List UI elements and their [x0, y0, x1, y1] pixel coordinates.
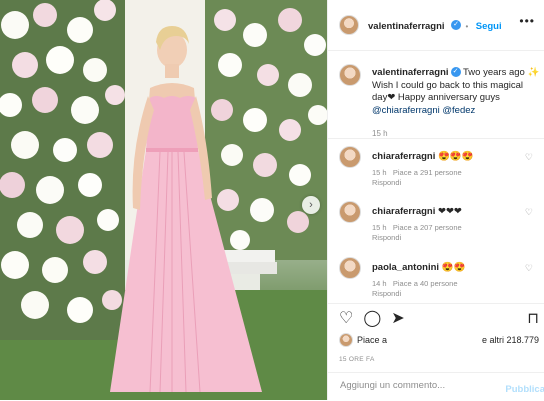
add-comment-bar: Pubblica [328, 372, 544, 401]
comment-item: paola_antonini 😍😍 14 h Piace a 40 person… [339, 257, 544, 301]
header-separator: • [465, 22, 469, 31]
comment-likes[interactable]: Piace a 207 persone [393, 223, 462, 232]
comment-line: chiaraferragni 😍😍😍 [372, 151, 474, 162]
left-flower-wall [0, 0, 125, 340]
reply-button[interactable]: Rispondi [372, 178, 401, 187]
comment-item: chiaraferragni 😍😍😍 15 h Piace a 291 pers… [339, 146, 544, 190]
right-flower-wall [205, 0, 327, 260]
reply-button[interactable]: Rispondi [372, 289, 401, 298]
avatar[interactable] [339, 15, 359, 35]
likes-count[interactable]: e altri 218.779 [482, 335, 539, 345]
comment-time: 15 h [372, 223, 387, 232]
liker-avatar[interactable] [339, 333, 353, 347]
action-bar: ♡ ◯ ➤ [339, 311, 405, 327]
verified-icon: ✓ [450, 67, 461, 78]
post-header: valentinaferragni ✓ • Segui ••• [328, 0, 544, 51]
likes-summary: Piace a e altri 218.779 [339, 333, 539, 349]
share-icon[interactable]: ➤ [391, 311, 404, 327]
divider [328, 303, 544, 304]
comment-input[interactable] [338, 379, 492, 392]
like-heart-icon[interactable]: ♡ [525, 152, 533, 163]
caption-text: valentinaferragni ✓ Two years ago ✨ Wish … [372, 67, 540, 141]
reply-button[interactable]: Rispondi [372, 233, 401, 242]
publish-button[interactable]: Pubblica [505, 384, 544, 395]
caption-avatar[interactable] [339, 64, 361, 86]
comment-time: 15 h [372, 168, 387, 177]
comment-avatar[interactable] [339, 201, 361, 223]
comment-avatar[interactable] [339, 146, 361, 168]
comment-item: chiaraferragni ❤❤❤ 15 h Piace a 207 pers… [339, 201, 544, 245]
comment-meta: 15 h Piace a 291 persone Rispondi [372, 168, 532, 188]
heart-icon[interactable]: ♡ [339, 311, 353, 327]
like-heart-icon[interactable]: ♡ [525, 207, 533, 218]
chevron-right-icon: › [309, 199, 313, 211]
comment-text: 😍😍 [441, 262, 466, 273]
more-dots-icon[interactable]: ••• [519, 14, 535, 28]
header-username[interactable]: valentinaferragni [368, 21, 445, 32]
comment-text: 😍😍😍 [438, 151, 474, 162]
comment-time: 14 h [372, 279, 387, 288]
likes-prefix: Piace a [357, 335, 388, 345]
comment-meta: 15 h Piace a 207 persone Rispondi [372, 223, 532, 243]
post-photo[interactable]: › [0, 0, 327, 400]
comment-likes[interactable]: Piace a 291 persone [393, 168, 462, 177]
comment-line: chiaraferragni ❤❤❤ [372, 206, 462, 217]
post-panel: valentinaferragni ✓ • Segui ••• valentin… [327, 0, 544, 400]
bookmark-icon[interactable]: ⊓ [527, 309, 539, 327]
comment-username[interactable]: paola_antonini [372, 262, 439, 273]
comment-line: paola_antonini 😍😍 [372, 262, 465, 273]
comment-username[interactable]: chiaraferragni [372, 151, 435, 162]
caption-username[interactable]: valentinaferragni [372, 67, 449, 78]
comment-avatar[interactable] [339, 257, 361, 279]
photo-illustration [0, 0, 327, 400]
comment-username[interactable]: chiaraferragni [372, 206, 435, 217]
comment-icon[interactable]: ◯ [363, 311, 381, 327]
mention-link[interactable]: @chiaraferragni [372, 105, 440, 116]
header-user: valentinaferragni ✓ • Segui [368, 16, 502, 34]
follow-button[interactable]: Segui [476, 21, 502, 32]
caption-body-1: Two years ago [463, 67, 525, 78]
post-timestamp: 15 ORE FA [339, 356, 375, 363]
comment-meta: 14 h Piace a 40 persone Rispondi [372, 279, 532, 299]
mention-link[interactable]: @fedez [442, 105, 475, 116]
like-heart-icon[interactable]: ♡ [525, 263, 533, 274]
next-photo-button[interactable]: › [302, 196, 320, 214]
comment-text: ❤❤❤ [438, 206, 462, 217]
divider [328, 138, 544, 139]
verified-icon: ✓ [451, 19, 462, 30]
comment-likes[interactable]: Piace a 40 persone [393, 279, 458, 288]
